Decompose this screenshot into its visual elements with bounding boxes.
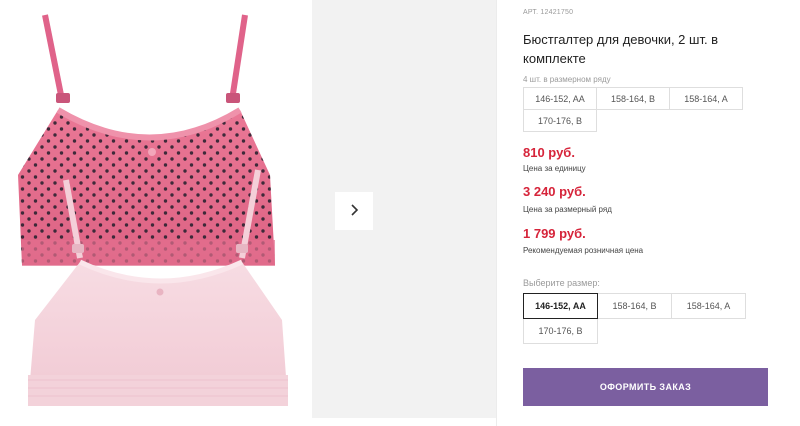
product-title: Бюстгалтер для девочки, 2 шт. в комплект… <box>523 32 719 66</box>
size-option-158-164-a[interactable]: 158-164, A <box>671 293 746 319</box>
pack-size-label: 4 шт. в размерном ряду <box>523 75 611 84</box>
product-photo[interactable] <box>0 0 312 418</box>
retail-price-label: Рекомендуемая розничная цена <box>523 246 644 255</box>
size-row-item: 170-176, B <box>523 109 597 132</box>
size-row-item: 158-164, A <box>669 87 743 110</box>
bras-image <box>18 14 288 406</box>
size-row-item: 146-152, AA <box>523 87 597 110</box>
size-row-item: 158-164, B <box>596 87 670 110</box>
size-option-158-164-b[interactable]: 158-164, B <box>597 293 672 319</box>
article-number: АРТ. 12421750 <box>523 9 574 16</box>
size-option-170-176-b[interactable]: 170-176, B <box>523 318 598 344</box>
size-picker-label: Выберите размер: <box>523 278 600 288</box>
unit-price: 810 руб. <box>523 145 575 160</box>
panel-divider <box>496 0 497 426</box>
product-gallery <box>0 0 496 426</box>
chevron-right-icon <box>347 203 361 220</box>
row-price-label: Цена за размерный ряд <box>523 205 612 214</box>
size-option-146-152-aa[interactable]: 146-152, AA <box>523 293 598 319</box>
retail-price: 1 799 руб. <box>523 226 586 241</box>
next-image-button[interactable] <box>335 192 373 230</box>
size-picker: 146-152, AA 158-164, B 158-164, A 170-17… <box>523 293 768 344</box>
unit-price-label: Цена за единицу <box>523 164 586 173</box>
order-button[interactable]: ОФОРМИТЬ ЗАКАЗ <box>523 368 768 406</box>
size-row-list: 146-152, AA 158-164, B 158-164, A 170-17… <box>523 87 768 132</box>
row-price: 3 240 руб. <box>523 184 586 199</box>
